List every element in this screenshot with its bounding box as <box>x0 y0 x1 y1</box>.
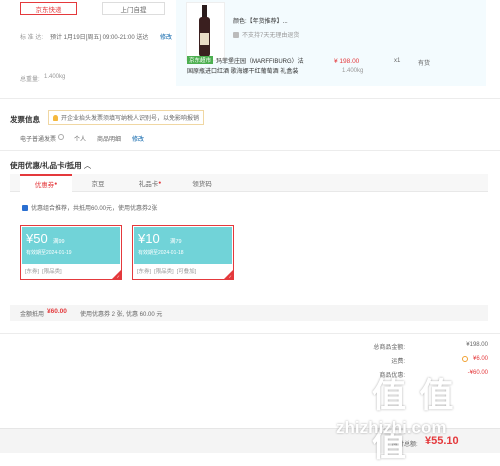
coupon-amount: ¥10 <box>138 231 160 246</box>
amount-used-label: 金额抵用 <box>20 312 45 318</box>
total-weight-label: 总重量: <box>20 77 40 83</box>
goods-item: 颜色:【年货推荐】... 不支持7天无理由退货 京东超市 玛菲堡庄园（MARFF… <box>176 0 486 86</box>
jd-supermarket-badge: 京东超市 <box>187 56 214 64</box>
coupon-condition: 满99 <box>53 239 65 245</box>
tab-gift-card[interactable]: 礼品卡 ● <box>124 174 176 191</box>
summary-shipping-row: 运费: ¥6.00 <box>300 356 490 366</box>
info-icon <box>233 31 239 38</box>
summary-shipping-value: ¥6.00 <box>472 356 488 362</box>
return-policy: 不支持7天无理由退货 <box>233 30 299 39</box>
coupons-used-text: 使用优惠券 2 张, 优惠 60.00 元 <box>80 312 163 318</box>
coupon-tag: [限品类] <box>42 269 62 275</box>
summary-total-label: 总商品金额: <box>373 345 405 351</box>
coupon-card-header: ¥50 满99 有效期至2024-01-19 <box>22 227 120 264</box>
summary-shipping-label: 运费: <box>391 359 405 365</box>
wine-bottle-icon <box>199 5 210 57</box>
tab-jingdou[interactable]: 京豆 <box>72 174 124 191</box>
product-color: 颜色:【年货推荐】... <box>233 19 288 25</box>
coupon-section-title: 使用优惠/礼品卡/抵用 ︿ <box>10 160 91 171</box>
invoice-type: 电子普通发票 <box>20 137 57 143</box>
product-name-line1[interactable]: 玛菲堡庄园（MARFFIBURG）法 <box>216 56 304 65</box>
tab-pickup-code-label: 领货码 <box>192 180 212 188</box>
coupon-amount-bar: 金额抵用 ¥60.00 使用优惠券 2 张, 优惠 60.00 元 <box>10 305 488 321</box>
invoice-content: 商品明细 <box>97 137 122 143</box>
total-weight-value: 1.400kg <box>44 74 66 80</box>
watermark-url: zhizhizhi.com <box>336 418 447 437</box>
coupon-card-header: ¥10 满79 有效期至2024-01-18 <box>134 227 232 264</box>
help-icon[interactable] <box>58 134 64 140</box>
clock-icon[interactable] <box>462 356 468 362</box>
delivery-time-label: 标 准 达: <box>20 35 44 41</box>
tab-pickup-code[interactable]: 领货码 <box>176 174 228 191</box>
tab-coupons[interactable]: 优惠券 ● <box>20 174 72 192</box>
product-weight: 1.400kg <box>342 68 364 74</box>
product-name-line2[interactable]: 国原瓶进口红酒 歌海娜干红葡萄酒 礼盒装 <box>187 66 298 75</box>
coupon-expiry: 有效期至2024-01-19 <box>26 250 72 256</box>
chevron-up-icon[interactable]: ︿ <box>84 161 92 170</box>
tab-gift-card-label: 礼品卡 <box>138 180 159 188</box>
wine-product-image[interactable] <box>186 2 225 61</box>
coupon-tabs: 优惠券 ● 京豆 礼品卡 ● 领货码 <box>10 174 488 192</box>
coupon-amount: ¥50 <box>26 231 48 246</box>
coupon-section-title-text: 使用优惠/礼品卡/抵用 <box>10 161 82 170</box>
delivery-time-value: 预计 1月19日[周五] 09:00-21:00 送达 <box>50 35 149 41</box>
invoice-section-title: 发票信息 <box>10 115 40 124</box>
checkbox-checked-icon[interactable] <box>22 204 28 211</box>
coupon-tag: [可叠加] <box>176 269 197 275</box>
coupon-expiry: 有效期至2024-01-18 <box>138 250 184 256</box>
combo-recommend-text: 优惠组合推荐，共抵用60.00元，使用优惠券2张 <box>31 206 158 212</box>
invoice-holder: 个人 <box>74 137 87 143</box>
lightbulb-icon <box>53 114 58 121</box>
delivery-modify-link[interactable]: 修改 <box>160 32 172 41</box>
invoice-modify-link[interactable]: 修改 <box>132 134 144 143</box>
check-icon: ✓ <box>116 274 120 279</box>
divider <box>0 333 500 334</box>
coupon-tag: [限品类] <box>154 269 174 275</box>
pickup-button[interactable]: 上门自提 <box>102 2 165 15</box>
tab-jingdou-label: 京豆 <box>91 180 105 188</box>
coupon-tags: [东券] [限品类] <box>25 267 65 275</box>
invoice-tip-text: 开企业抬头发票须填写纳税人识别号，以免影响报销 <box>61 116 200 122</box>
summary-total-row: 总商品金额: ¥198.00 <box>300 342 490 352</box>
divider <box>0 150 500 151</box>
coupon-tag: [东券] <box>137 269 152 275</box>
divider <box>0 98 500 99</box>
coupon-card[interactable]: ¥50 满99 有效期至2024-01-19 [东券] [限品类] ✓ <box>20 225 122 280</box>
product-stock: 有货 <box>418 61 431 67</box>
check-icon: ✓ <box>228 274 232 279</box>
express-delivery-button[interactable]: 京东快递 <box>20 2 77 15</box>
coupon-condition: 满79 <box>170 239 182 245</box>
tab-coupons-label: 优惠券 <box>34 182 55 189</box>
product-qty: x1 <box>394 58 401 64</box>
watermark-logo: 值 值 值 <box>372 377 456 464</box>
summary-total-value: ¥198.00 <box>466 342 488 348</box>
coupon-card[interactable]: ¥10 满79 有效期至2024-01-18 [东券] [限品类] [可叠加] ✓ <box>132 225 234 280</box>
return-policy-text: 不支持7天无理由退货 <box>242 33 300 39</box>
combo-recommend[interactable]: 优惠组合推荐，共抵用60.00元，使用优惠券2张 <box>22 203 157 212</box>
invoice-tip: 开企业抬头发票须填写纳税人识别号，以免影响报销 <box>48 110 205 125</box>
coupon-tags: [东券] [限品类] [可叠加] <box>137 267 199 275</box>
coupon-tag: [东券] <box>25 269 40 275</box>
product-price: ¥ 198.00 <box>334 58 360 65</box>
amount-used-value: ¥60.00 <box>47 308 67 315</box>
